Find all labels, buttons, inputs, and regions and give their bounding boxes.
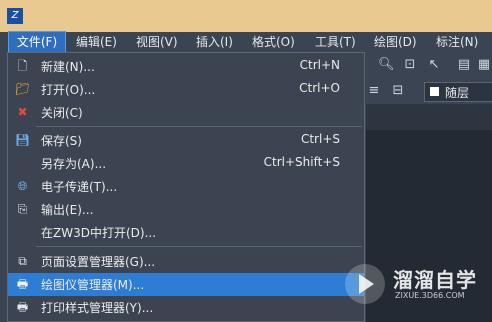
menu-item-label: 打印样式管理器(Y)...	[41, 301, 154, 315]
menu-item-open-in-zw3d[interactable]: 在ZW3D中打开(D)...	[8, 221, 364, 244]
menu-edit[interactable]: 编辑(E)	[76, 32, 117, 52]
menu-separator	[36, 126, 362, 127]
menu-bar: 文件(F) 编辑(E) 视图(V) 插入(I) 格式(O) 工具(T) 绘图(D…	[0, 31, 492, 53]
menu-item-label: 电子传递(T)...	[41, 180, 118, 194]
menu-item-label: 关闭(C)	[41, 106, 83, 120]
menu-item-export[interactable]: ⎘ 输出(E)...	[8, 198, 364, 221]
menu-item-print-style-manager[interactable]: 🖶︎ 打印样式管理器(Y)...	[8, 296, 364, 319]
menu-item-shortcut: Ctrl+N	[299, 58, 340, 72]
menu-view[interactable]: 视图(V)	[136, 32, 178, 52]
play-icon	[359, 274, 374, 294]
color-swatch	[430, 87, 439, 96]
layer-print-icon[interactable]: ⊟	[390, 83, 406, 99]
zw3d-app-icon[interactable]: Z	[7, 8, 23, 24]
menu-item-label: 另存为(A)...	[41, 157, 107, 171]
menu-item-shortcut: Ctrl+O	[299, 81, 340, 95]
properties-icon[interactable]: ▤	[456, 57, 472, 73]
close-file-icon: ✖	[17, 105, 28, 119]
zoom-previous-icon[interactable]: ↖	[426, 57, 442, 73]
menu-file[interactable]: 文件(F)	[8, 31, 66, 53]
menu-tools[interactable]: 工具(T)	[315, 32, 356, 52]
menu-item-etransmit[interactable]: 🌐︎ 电子传递(T)...	[8, 175, 364, 198]
menu-item-new[interactable]: 🗋 新建(N)... Ctrl+N	[8, 55, 364, 78]
menu-item-label: 输出(E)...	[41, 203, 94, 217]
new-file-icon: 🗋	[17, 59, 28, 73]
canvas-tab-strip	[366, 104, 492, 130]
menu-separator	[36, 246, 362, 247]
open-folder-icon: 📁︎	[15, 82, 31, 96]
title-bar: Z	[0, 0, 492, 32]
menu-item-label: 在ZW3D中打开(D)...	[41, 226, 157, 240]
menu-item-label: 新建(N)...	[41, 60, 95, 74]
file-menu-dropdown: 🗋 新建(N)... Ctrl+N 📁︎ 打开(O)... Ctrl+O ✖ 关…	[7, 52, 365, 322]
menu-item-save-as[interactable]: 另存为(A)... Ctrl+Shift+S	[8, 152, 364, 175]
menu-item-open[interactable]: 📁︎ 打开(O)... Ctrl+O	[8, 78, 364, 101]
page-setup-icon: ⧉	[18, 254, 27, 268]
toolbar-row-1: 🔍︎ ⊡ ↖ ▤ ▦	[366, 52, 492, 79]
layer-color-select[interactable]: 随层	[424, 82, 492, 102]
export-icon: ⎘	[17, 202, 28, 216]
etransmit-icon: 🌐︎	[17, 179, 28, 193]
zoom-window-icon[interactable]: ⊡	[402, 57, 418, 73]
watermark: 溜溜自学 ZIXUE.3D66.COM	[345, 258, 492, 322]
menu-item-label: 打开(O)...	[41, 83, 96, 97]
menu-item-plotter-manager[interactable]: 🖶︎ 绘图仪管理器(M)...	[8, 273, 364, 296]
watermark-url: ZIXUE.3D66.COM	[395, 291, 465, 300]
menu-item-save[interactable]: 💾︎ 保存(S) Ctrl+S	[8, 129, 364, 152]
menu-item-shortcut: Ctrl+S	[300, 132, 340, 146]
menu-item-page-setup[interactable]: ⧉ 页面设置管理器(G)...	[8, 250, 364, 273]
menu-format[interactable]: 格式(O)	[252, 32, 295, 52]
save-icon: 💾︎	[15, 133, 31, 147]
design-center-icon[interactable]: ▦	[476, 57, 492, 73]
menu-item-label: 页面设置管理器(G)...	[41, 255, 156, 269]
menu-item-label: 绘图仪管理器(M)...	[41, 278, 145, 292]
plotter-icon: 🖶︎	[16, 277, 29, 291]
menu-insert[interactable]: 插入(I)	[196, 32, 233, 52]
layer-state-icon[interactable]: ≡	[366, 83, 382, 99]
layer-color-value: 随层	[445, 86, 470, 100]
menu-draw[interactable]: 绘图(D)	[374, 32, 417, 52]
watermark-title: 溜溜自学	[393, 268, 477, 292]
menu-item-label: 保存(S)	[41, 134, 82, 148]
menu-item-close[interactable]: ✖ 关闭(C)	[8, 101, 364, 124]
menu-item-shortcut: Ctrl+Shift+S	[263, 155, 340, 169]
menu-dimension[interactable]: 标注(N)	[436, 32, 478, 52]
print-style-icon: 🖶︎	[16, 300, 29, 314]
zoom-realtime-icon[interactable]: 🔍︎	[378, 57, 395, 73]
